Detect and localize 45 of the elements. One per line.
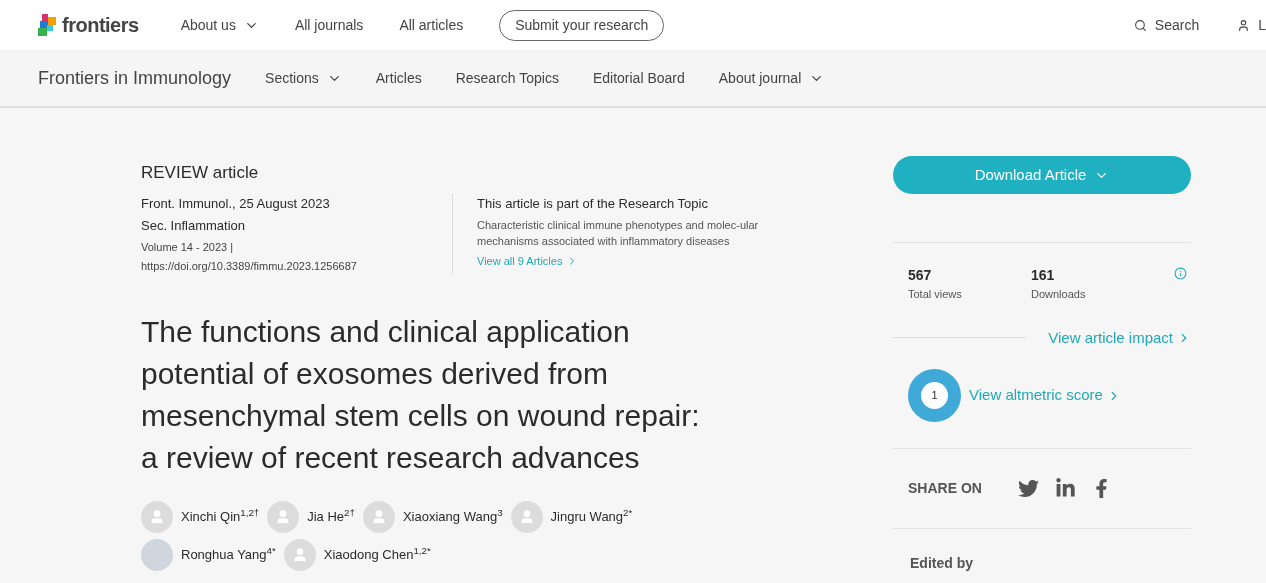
- avatar-icon: [510, 500, 543, 533]
- doi-link[interactable]: https://doi.org/10.3389/fimmu.2023.1256687: [141, 258, 452, 275]
- photo-placeholder: [141, 538, 173, 571]
- author-link[interactable]: Jingru Wang$^{2*}$: [550, 506, 633, 527]
- author-link[interactable]: Xiaodong Chen$^{1,2*}$: [323, 544, 431, 565]
- avatar-icon: [283, 538, 316, 571]
- avatar-icon: [141, 500, 173, 533]
- article-title: The functions and clinical application potential of exosomes derived from mesenchymal stem cells on wound repair: a review of recent research advances: [141, 313, 701, 476]
- linkedin-icon[interactable]: [1054, 478, 1076, 499]
- nav-link[interactable]: About journal: [718, 67, 825, 89]
- stat-value: 161: [1031, 266, 1056, 285]
- nav-link[interactable]: All journals: [294, 14, 364, 36]
- nav-link[interactable]: Research Topics: [455, 67, 559, 89]
- research-topic-title: Characteristic clinical immune phenotypes and molec-ular mechanisms associated with inflammatory diseases: [477, 218, 760, 249]
- share-label: SHARE ON: [908, 479, 982, 498]
- twitter-icon[interactable]: [1017, 478, 1039, 499]
- journal-title[interactable]: Frontiers in Immunology: [38, 64, 232, 92]
- article-type: REVIEW article: [141, 162, 260, 184]
- stat-value: 567: [908, 266, 933, 285]
- user-icon: [1237, 18, 1251, 32]
- altmetric-badge[interactable]: 1: [908, 369, 961, 422]
- research-topic-heading: This article is part of the Research Topic: [477, 194, 709, 213]
- journal-date: Front. Immunol., 25 August 2023: [141, 194, 331, 213]
- avatar-icon: [267, 500, 300, 533]
- author-link[interactable]: Xinchi Qin$^{1,2†}$: [181, 506, 260, 527]
- logo-wordmark[interactable]: frontiers: [62, 10, 139, 40]
- nav-link[interactable]: All articles: [399, 14, 464, 36]
- volume-text: Volume 14 - 2023 |: [141, 239, 235, 255]
- edited-by-heading: Edited by: [909, 554, 974, 573]
- logo-icon: [38, 14, 58, 36]
- author-link[interactable]: Jia He$^{2†}$: [307, 506, 355, 527]
- info-icon[interactable]: [1174, 267, 1187, 280]
- nav-link[interactable]: Editorial Board: [592, 67, 685, 89]
- section-label: Sec. Inflammation: [141, 217, 247, 235]
- nav-link[interactable]: Sections: [265, 67, 342, 89]
- nav-link[interactable]: Articles: [375, 67, 422, 89]
- avatar-icon: [362, 500, 395, 533]
- search-icon: [1133, 18, 1147, 32]
- author-link[interactable]: Ronghua Yang$^{4*}$: [181, 544, 276, 565]
- search-link[interactable]: Search: [1133, 14, 1200, 36]
- author-link[interactable]: Xiaoxiang Wang$^{3}$: [402, 506, 503, 527]
- stat-label: Total views: [908, 287, 963, 302]
- stat-label: Downloads: [1031, 287, 1087, 302]
- nav-link[interactable]: About us: [180, 14, 259, 36]
- login-link[interactable]: L: [1237, 14, 1266, 36]
